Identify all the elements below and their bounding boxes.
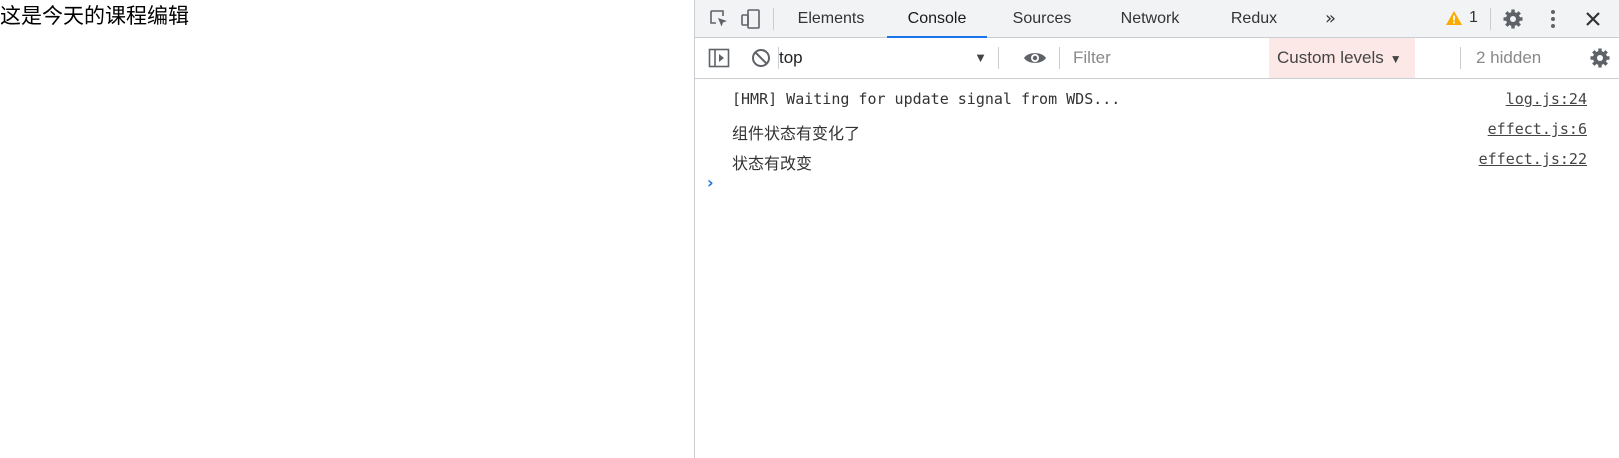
gear-icon[interactable] bbox=[1501, 7, 1525, 31]
warning-icon bbox=[1446, 11, 1462, 25]
log-levels-label: Custom levels bbox=[1277, 48, 1384, 67]
tab-redux[interactable]: Redux bbox=[1209, 0, 1299, 38]
console-message: 状态有改变 effect.js:22 bbox=[695, 144, 1619, 174]
tabbar-separator bbox=[1490, 8, 1491, 30]
devtools-tabbar: Elements Console Sources Network Redux »… bbox=[695, 0, 1619, 38]
tab-elements[interactable]: Elements bbox=[781, 0, 881, 38]
more-tabs-button[interactable]: » bbox=[1325, 8, 1336, 29]
warning-count: 1 bbox=[1469, 9, 1478, 26]
context-value: top bbox=[779, 48, 803, 67]
kebab-menu-icon[interactable] bbox=[1541, 7, 1565, 31]
hidden-messages-count: 2 hidden bbox=[1476, 48, 1542, 67]
console-message-source-link[interactable]: effect.js:6 bbox=[1488, 120, 1587, 138]
console-message: [HMR] Waiting for update signal from WDS… bbox=[695, 84, 1619, 114]
console-message-text: [HMR] Waiting for update signal from WDS… bbox=[732, 90, 1121, 108]
tab-network[interactable]: Network bbox=[1097, 0, 1203, 38]
filter-input[interactable]: Filter bbox=[1073, 38, 1243, 78]
log-levels-dropdown[interactable]: Custom levels ▼ bbox=[1269, 38, 1415, 78]
console-message-source-link[interactable]: log.js:24 bbox=[1506, 90, 1587, 108]
console-message-text: 状态有改变 bbox=[732, 154, 813, 173]
close-icon[interactable] bbox=[1581, 7, 1605, 31]
console-toolbar: top ▼ Filter Custom levels ▼ 2 hidden bbox=[695, 38, 1619, 79]
warnings-counter[interactable]: 1 bbox=[1445, 9, 1478, 27]
tab-sources[interactable]: Sources bbox=[993, 0, 1091, 38]
tab-console[interactable]: Console bbox=[887, 0, 987, 38]
chevron-down-icon: ▼ bbox=[974, 50, 987, 65]
page-heading: 这是今天的课程编辑 bbox=[0, 4, 189, 28]
toolbar-separator bbox=[998, 47, 999, 69]
toolbar-separator bbox=[1460, 47, 1461, 69]
device-toolbar-icon[interactable] bbox=[739, 7, 763, 31]
chevron-down-icon: ▼ bbox=[1389, 52, 1402, 66]
sidebar-toggle-icon[interactable] bbox=[707, 46, 731, 70]
devtools-panel: Elements Console Sources Network Redux »… bbox=[694, 0, 1619, 458]
eye-icon[interactable] bbox=[1023, 46, 1047, 70]
console-message-text: 组件状态有变化了 bbox=[732, 124, 861, 143]
page-content: 这是今天的课程编辑 bbox=[0, 0, 694, 458]
tabbar-separator bbox=[773, 8, 774, 30]
console-prompt-icon[interactable]: › bbox=[707, 173, 714, 192]
toolbar-separator bbox=[1059, 47, 1060, 69]
console-message-source-link[interactable]: effect.js:22 bbox=[1479, 150, 1587, 168]
clear-console-icon[interactable] bbox=[749, 46, 773, 70]
inspect-element-icon[interactable] bbox=[707, 7, 731, 31]
console-settings-icon[interactable] bbox=[1588, 46, 1612, 70]
console-message: 组件状态有变化了 effect.js:6 bbox=[695, 114, 1619, 144]
context-selector[interactable]: top ▼ bbox=[779, 38, 991, 78]
